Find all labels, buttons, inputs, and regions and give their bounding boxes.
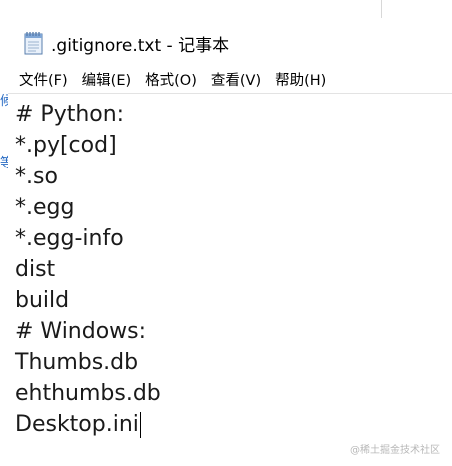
text-line: *.egg-info	[15, 226, 124, 251]
text-editor[interactable]: # Python: *.py[cod] *.so *.egg *.egg-inf…	[8, 93, 452, 466]
title-bar[interactable]: .gitignore.txt - 记事本	[8, 20, 452, 66]
text-line: ehthumbs.db	[15, 381, 161, 406]
text-line: *.so	[15, 164, 58, 189]
text-line: Thumbs.db	[15, 350, 139, 375]
background-divider	[381, 0, 382, 18]
text-line: *.py[cod]	[15, 133, 117, 158]
text-line-last: Desktop.ini	[15, 412, 141, 438]
background-window: 候 等	[0, 0, 13, 466]
text-line: build	[15, 288, 70, 313]
menu-help[interactable]: 帮助(H)	[273, 69, 328, 90]
text-line: dist	[15, 257, 56, 282]
text-line: Desktop.ini	[15, 412, 139, 437]
text-line: # Python:	[15, 102, 125, 127]
menu-format[interactable]: 格式(O)	[143, 69, 199, 90]
notepad-icon	[23, 31, 45, 55]
notepad-window: .gitignore.txt - 记事本 文件(F) 编辑(E) 格式(O) 查…	[8, 20, 452, 466]
screen: 候 等 .gitignore.txt - 记事本 文件(F) 编辑(E) 格式(…	[0, 0, 452, 466]
menu-edit[interactable]: 编辑(E)	[80, 69, 133, 90]
watermark: @稀土掘金技术社区	[350, 445, 440, 456]
menu-view[interactable]: 查看(V)	[209, 69, 263, 90]
menu-bar: 文件(F) 编辑(E) 格式(O) 查看(V) 帮助(H)	[8, 66, 452, 92]
text-line: *.egg	[15, 195, 75, 220]
window-title: .gitignore.txt - 记事本	[51, 36, 230, 56]
menu-file[interactable]: 文件(F)	[17, 69, 70, 90]
text-line: # Windows:	[15, 319, 147, 344]
text-caret	[139, 412, 141, 438]
